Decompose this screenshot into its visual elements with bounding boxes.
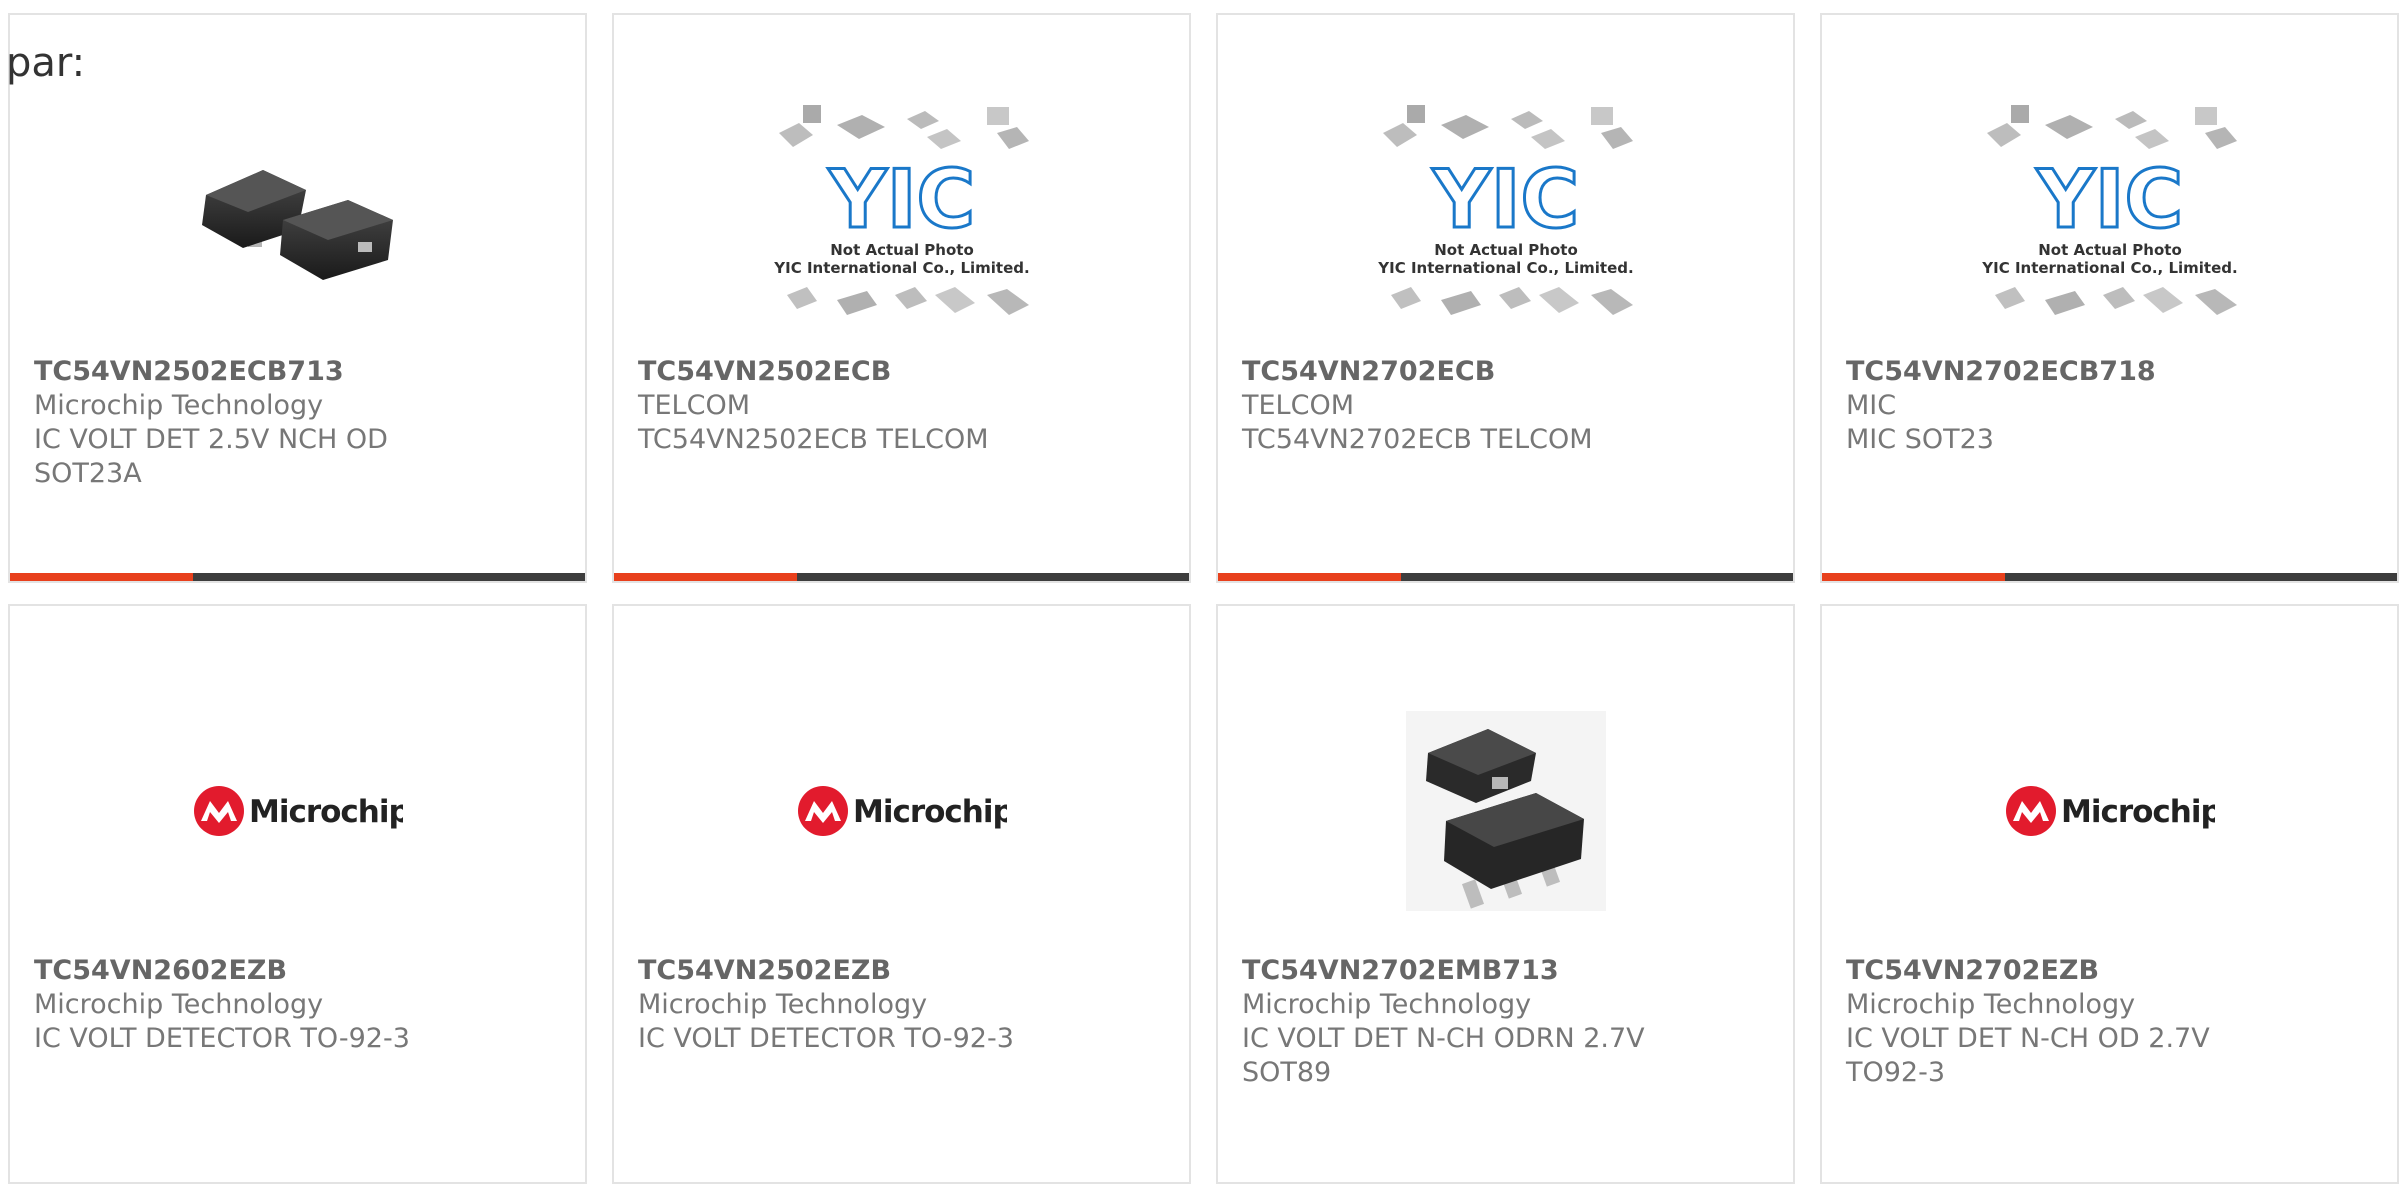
description-line: SOT23A [34, 458, 142, 489]
product-card[interactable]: YIC Not Actual Photo YIC International C… [612, 13, 1191, 583]
placeholder-caption: YIC International Co., Limited. [1377, 259, 1633, 277]
manufacturer: Microchip Technology [34, 989, 324, 1020]
placeholder-caption: YIC International Co., Limited. [1981, 259, 2237, 277]
part-number-link[interactable]: TC54VN2702EMB713 [1242, 954, 1773, 988]
description-line: TC54VN2702ECB TELCOM [1242, 424, 1593, 455]
description-line: MIC SOT23 [1846, 424, 1994, 455]
card-bottom-bar [1218, 573, 1793, 581]
part-number-link[interactable]: TC54VN2602EZB [34, 954, 565, 988]
product-card[interactable]: YIC Not Actual Photo YIC International C… [1216, 13, 1795, 583]
card-bar-accent [1822, 573, 2005, 581]
brand-logo-text: Microchip [249, 794, 403, 830]
product-image[interactable]: YIC Not Actual Photo YIC International C… [1822, 70, 2397, 360]
manufacturer: Microchip Technology [1846, 989, 2136, 1020]
card-bottom-bar [1822, 573, 2397, 581]
product-image[interactable]: Microchip [614, 661, 1189, 961]
placeholder-caption: Not Actual Photo [1434, 241, 1578, 259]
manufacturer: Microchip Technology [34, 390, 324, 421]
yic-placeholder-icon: YIC Not Actual Photo YIC International C… [1377, 105, 1633, 315]
description-line: TO92-3 [1846, 1057, 1946, 1088]
description-line: IC VOLT DETECTOR TO-92-3 [34, 1023, 410, 1054]
product-image[interactable]: YIC Not Actual Photo YIC International C… [1218, 70, 1793, 360]
placeholder-caption: YIC International Co., Limited. [773, 259, 1029, 277]
manufacturer: Microchip Technology [1242, 989, 1532, 1020]
manufacturer: TELCOM [638, 390, 750, 421]
yic-placeholder-icon: YIC Not Actual Photo YIC International C… [773, 105, 1029, 315]
prefix-label: par: [6, 40, 86, 86]
manufacturer: MIC [1846, 390, 1897, 421]
description-line: IC VOLT DET N-CH OD 2.7V [1846, 1023, 2210, 1054]
manufacturer: Microchip Technology [638, 989, 928, 1020]
card-bottom-bar [10, 573, 585, 581]
placeholder-caption: Not Actual Photo [2038, 241, 2182, 259]
product-image[interactable]: Microchip [1822, 661, 2397, 961]
description-line: IC VOLT DET N-CH ODRN 2.7V [1242, 1023, 1645, 1054]
product-card[interactable]: TC54VN2502ECB713 Microchip Technology IC… [8, 13, 587, 583]
product-image[interactable] [10, 70, 585, 360]
part-number-link[interactable]: TC54VN2502EZB [638, 954, 1169, 988]
product-card[interactable]: Microchip TC54VN2502EZB Microchip Techno… [612, 604, 1191, 1184]
card-bar-accent [614, 573, 797, 581]
description-line: SOT89 [1242, 1057, 1332, 1088]
placeholder-caption: Not Actual Photo [830, 241, 974, 259]
microchip-logo-icon: Microchip [193, 786, 403, 836]
description-line: TC54VN2502ECB TELCOM [638, 424, 989, 455]
sot23-chip-icon [201, 170, 393, 280]
product-card[interactable]: YIC Not Actual Photo YIC International C… [1820, 13, 2399, 583]
manufacturer: TELCOM [1242, 390, 1354, 421]
product-card[interactable]: TC54VN2702EMB713 Microchip Technology IC… [1216, 604, 1795, 1184]
yic-logo-text: YIC [2035, 153, 2182, 246]
product-grid: TC54VN2502ECB713 Microchip Technology IC… [8, 13, 2399, 1184]
yic-logo-text: YIC [827, 153, 974, 246]
card-bar-accent [1218, 573, 1401, 581]
card-bar-accent [10, 573, 193, 581]
part-number-link[interactable]: TC54VN2502ECB [638, 355, 1169, 389]
part-number-link[interactable]: TC54VN2502ECB713 [34, 355, 565, 389]
product-card[interactable]: Microchip TC54VN2602EZB Microchip Techno… [8, 604, 587, 1184]
yic-logo-text: YIC [1431, 153, 1578, 246]
brand-logo-text: Microchip [853, 794, 1007, 830]
part-number-link[interactable]: TC54VN2702EZB [1846, 954, 2377, 988]
microchip-logo-icon: Microchip [797, 786, 1007, 836]
product-card[interactable]: Microchip TC54VN2702EZB Microchip Techno… [1820, 604, 2399, 1184]
yic-placeholder-icon: YIC Not Actual Photo YIC International C… [1981, 105, 2237, 315]
microchip-logo-icon: Microchip [2005, 786, 2215, 836]
brand-logo-text: Microchip [2061, 794, 2215, 830]
part-number-link[interactable]: TC54VN2702ECB718 [1846, 355, 2377, 389]
sot89-chip-icon [1405, 711, 1606, 911]
description-line: IC VOLT DETECTOR TO-92-3 [638, 1023, 1014, 1054]
product-image[interactable]: YIC Not Actual Photo YIC International C… [614, 70, 1189, 360]
part-number-link[interactable]: TC54VN2702ECB [1242, 355, 1773, 389]
description-line: IC VOLT DET 2.5V NCH OD [34, 424, 388, 455]
card-bottom-bar [614, 573, 1189, 581]
product-image[interactable] [1218, 661, 1793, 961]
product-image[interactable]: Microchip [10, 661, 585, 961]
